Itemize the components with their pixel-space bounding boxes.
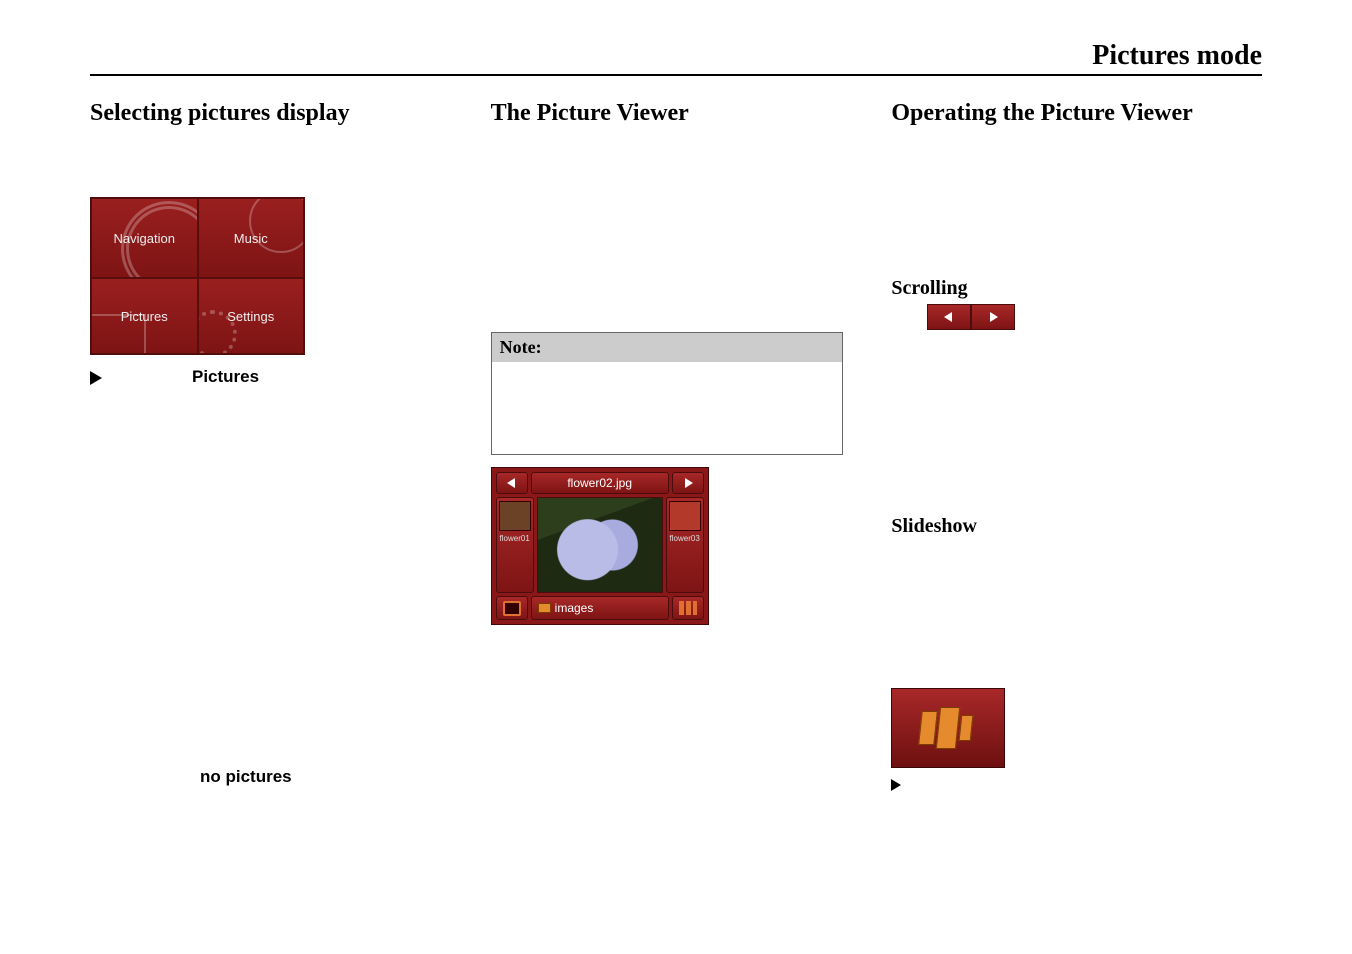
note-box: Note: [491, 332, 843, 455]
page-header-title: Pictures mode [1092, 40, 1262, 71]
play-icon [90, 371, 102, 385]
slideshow-heading: Slideshow [891, 515, 1262, 538]
viewer-filename: flower02.jpg [531, 472, 669, 494]
column-operating: Operating the Picture Viewer Scrolling S… [891, 100, 1262, 794]
monitor-icon [503, 601, 521, 616]
triangle-left-icon [507, 478, 517, 488]
column-selecting: Selecting pictures display Navigation Mu… [90, 100, 461, 794]
fullscreen-button[interactable] [496, 596, 528, 620]
column-viewer: The Picture Viewer Note: flower02.jpg [491, 100, 862, 794]
slideshow-button[interactable] [891, 688, 1005, 768]
play-icon [891, 779, 901, 791]
scrolling-heading: Scrolling [891, 277, 1262, 300]
triangle-right-icon [683, 478, 693, 488]
step-pictures-label: Pictures [192, 367, 259, 386]
col3-heading: Operating the Picture Viewer [891, 100, 1262, 127]
tile-pictures[interactable]: Pictures [91, 278, 198, 354]
slideshow-icon [679, 601, 697, 615]
tile-music[interactable]: Music [198, 198, 305, 278]
tile-music-label: Music [234, 231, 268, 246]
thumb-left-label: flower01 [500, 534, 530, 543]
tile-navigation[interactable]: Navigation [91, 198, 198, 278]
next-button[interactable] [672, 472, 704, 494]
picture-viewer-screenshot: flower02.jpg flower01 flower03 [491, 467, 709, 625]
folder-label: images [555, 601, 594, 615]
thumb-right-label: flower03 [670, 534, 700, 543]
slideshow-icon [918, 708, 978, 748]
tile-settings[interactable]: Settings [198, 278, 305, 354]
slideshow-button-small[interactable] [672, 596, 704, 620]
no-pictures-label: no pictures [90, 767, 461, 787]
note-heading: Note: [492, 333, 842, 362]
thumb-right[interactable]: flower03 [666, 497, 704, 593]
prev-button[interactable] [496, 472, 528, 494]
main-menu-screenshot: Navigation Music Pictures Settings [90, 197, 305, 355]
tile-pictures-label: Pictures [121, 309, 168, 324]
col2-heading: The Picture Viewer [491, 100, 862, 127]
thumb-left[interactable]: flower01 [496, 497, 534, 593]
folder-bar[interactable]: images [531, 596, 669, 620]
tile-settings-label: Settings [227, 309, 274, 324]
scroll-left-button[interactable] [927, 304, 971, 330]
triangle-right-icon [988, 312, 998, 322]
tile-navigation-label: Navigation [114, 231, 175, 246]
triangle-left-icon [944, 312, 954, 322]
scroll-buttons [927, 304, 1262, 330]
note-body [492, 362, 842, 454]
col1-heading: Selecting pictures display [90, 100, 461, 127]
folder-icon [538, 603, 551, 613]
viewer-main-image [537, 497, 663, 593]
scroll-right-button[interactable] [971, 304, 1015, 330]
